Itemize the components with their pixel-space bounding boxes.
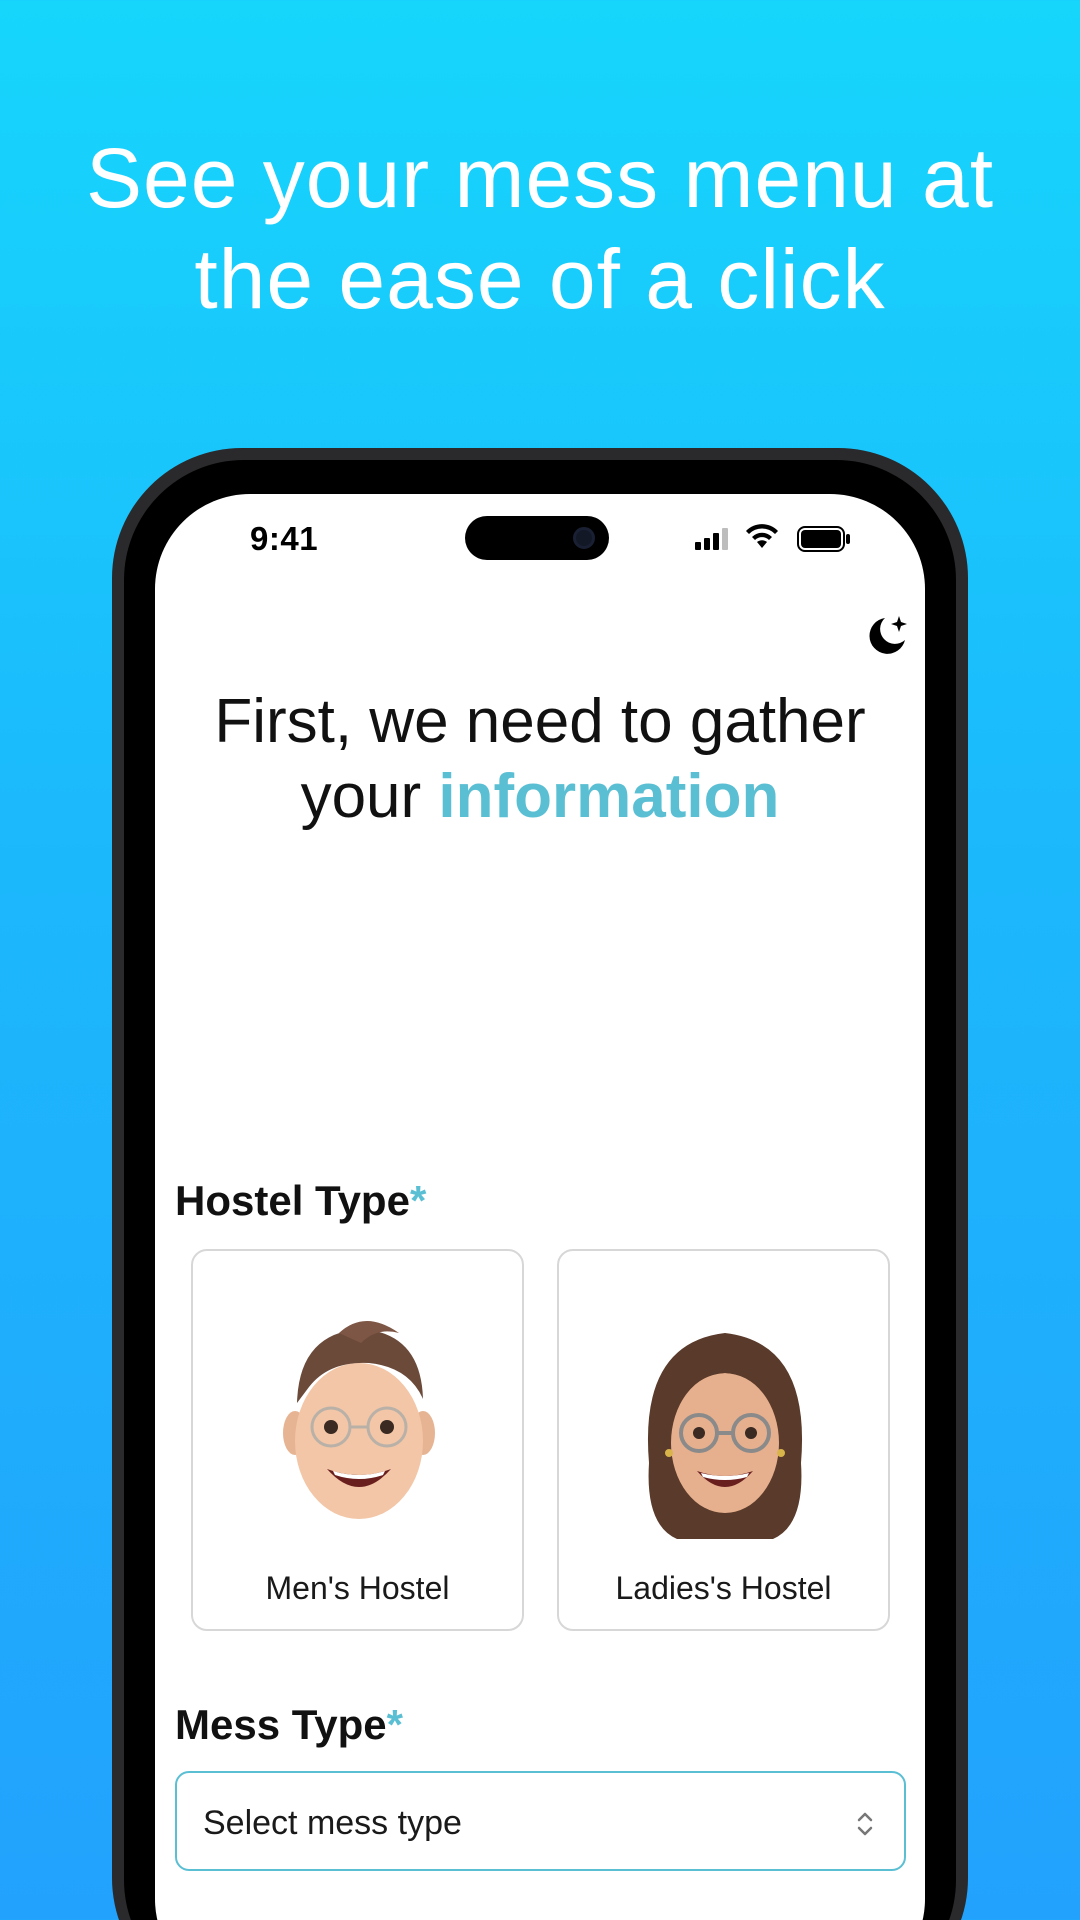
theme-toggle-button[interactable] bbox=[863, 612, 911, 660]
mens-hostel-option[interactable]: Men's Hostel bbox=[191, 1249, 524, 1631]
dynamic-island bbox=[465, 516, 609, 560]
ladies-hostel-label: Ladies's Hostel bbox=[615, 1570, 832, 1606]
status-icons bbox=[695, 522, 865, 556]
status-time: 9:41 bbox=[250, 520, 319, 557]
required-mark: * bbox=[409, 1177, 427, 1224]
mess-type-select[interactable]: Select mess type bbox=[175, 1771, 906, 1871]
chevron-up-down-icon bbox=[857, 1812, 873, 1836]
female-avatar-icon bbox=[647, 1333, 803, 1539]
mess-type-label: Mess Type* bbox=[175, 1701, 403, 1749]
mens-hostel-label: Men's Hostel bbox=[265, 1570, 450, 1606]
mess-type-placeholder: Select mess type bbox=[203, 1804, 462, 1842]
headline-line-2: the ease of a click bbox=[194, 232, 886, 326]
ladies-hostel-option[interactable]: Ladies's Hostel bbox=[557, 1249, 890, 1631]
title-accent: information bbox=[438, 762, 780, 831]
promo-headline: See your mess menu at the ease of a clic… bbox=[0, 128, 1080, 330]
male-avatar-icon bbox=[283, 1321, 435, 1519]
page-title: First, we need to gather your informatio… bbox=[155, 684, 925, 834]
battery-icon bbox=[797, 526, 850, 552]
phone-screen: 9:41 First, we need to gather your infor… bbox=[155, 494, 925, 1920]
signal-icon bbox=[695, 528, 728, 550]
hostel-type-label-text: Hostel Type bbox=[175, 1177, 410, 1224]
camera-icon bbox=[573, 527, 595, 549]
headline-line-1: See your mess menu at bbox=[85, 131, 995, 225]
mess-type-label-text: Mess Type bbox=[175, 1701, 387, 1748]
required-mark: * bbox=[386, 1701, 403, 1748]
moon-stars-icon bbox=[869, 616, 907, 654]
hostel-type-label: Hostel Type* bbox=[175, 1177, 426, 1225]
wifi-icon bbox=[746, 524, 778, 548]
